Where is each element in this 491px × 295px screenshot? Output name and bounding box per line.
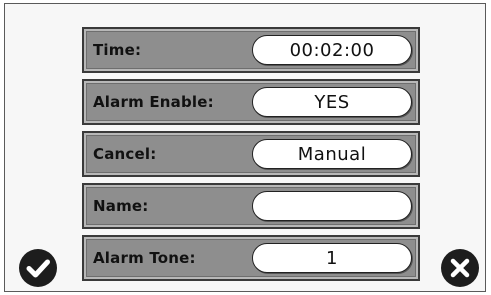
time-label: Time: bbox=[93, 41, 142, 59]
name-row: Name: bbox=[82, 183, 420, 229]
checkmark-icon bbox=[26, 259, 50, 278]
cancel-row: Cancel: Manual bbox=[82, 131, 420, 177]
name-field[interactable] bbox=[252, 191, 412, 221]
time-field[interactable]: 00:02:00 bbox=[252, 35, 412, 65]
cancel-button[interactable] bbox=[441, 249, 479, 287]
name-label: Name: bbox=[93, 197, 149, 215]
time-row: Time: 00:02:00 bbox=[82, 27, 420, 73]
alarm-enable-label: Alarm Enable: bbox=[93, 93, 214, 111]
alarm-enable-row: Alarm Enable: YES bbox=[82, 79, 420, 125]
confirm-button[interactable] bbox=[19, 249, 57, 287]
alarm-enable-field[interactable]: YES bbox=[252, 87, 412, 117]
cancel-label: Cancel: bbox=[93, 145, 157, 163]
alarm-tone-field[interactable]: 1 bbox=[252, 243, 412, 273]
close-icon bbox=[450, 258, 470, 278]
cancel-field[interactable]: Manual bbox=[252, 139, 412, 169]
alarm-tone-row: Alarm Tone: 1 bbox=[82, 235, 420, 281]
alarm-settings-panel: Time: 00:02:00 Alarm Enable: YES Cancel:… bbox=[82, 27, 420, 290]
alarm-tone-label: Alarm Tone: bbox=[93, 249, 196, 267]
